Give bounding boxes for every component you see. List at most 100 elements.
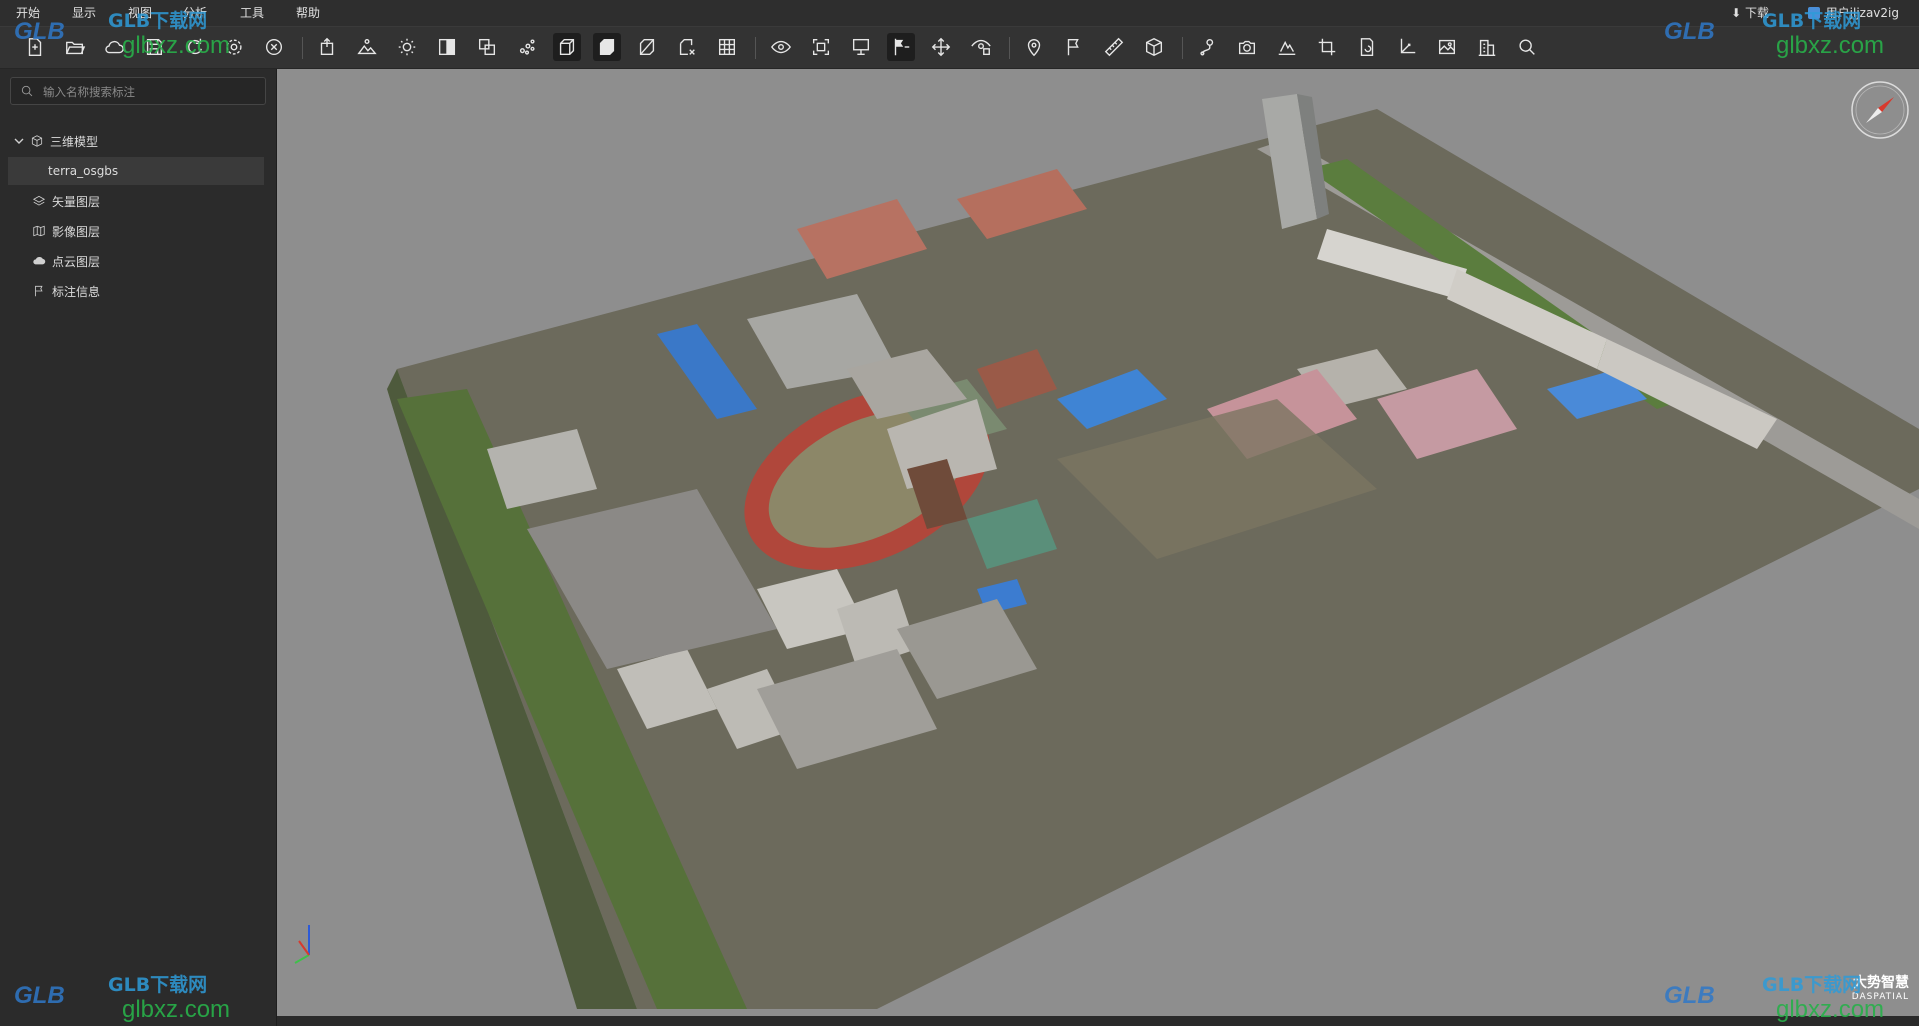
layer-panel: 三维模型 terra_osgbs 矢量图层 影像图层 点云图层 标注信息: [0, 69, 277, 1026]
monitor-icon: [852, 38, 870, 56]
brand-name: 大势智慧: [1853, 975, 1909, 991]
image-icon: [1438, 39, 1456, 55]
tree-node-label: 标注信息: [52, 284, 101, 299]
image-button[interactable]: [1433, 33, 1461, 61]
close-circle-icon: [265, 38, 283, 56]
status-bar: [277, 1016, 1919, 1026]
tree-node-terra-osgbs[interactable]: terra_osgbs: [8, 157, 264, 185]
close-button[interactable]: [260, 33, 288, 61]
chevron-down-icon: [14, 138, 24, 144]
volume-button[interactable]: [1140, 33, 1168, 61]
city-model-scene: [387, 94, 1919, 1009]
watermark-logo: GLB: [1664, 18, 1715, 45]
box-wire-button[interactable]: [553, 33, 581, 61]
toolbar-separator: [1182, 37, 1183, 59]
toolbar: [0, 27, 1919, 69]
ruler-icon: [1104, 37, 1124, 57]
open-folder-button[interactable]: [61, 33, 89, 61]
box-wire-icon: [559, 38, 575, 56]
crop-button[interactable]: [1313, 33, 1341, 61]
camera-icon: [1238, 40, 1256, 55]
axis-button[interactable]: [1393, 33, 1421, 61]
grid-button[interactable]: [713, 33, 741, 61]
box-remove-icon: [679, 38, 695, 56]
flag-line-icon: [1067, 38, 1079, 56]
move-icon: [931, 37, 951, 57]
particles-icon: [519, 39, 535, 55]
layer-search-input[interactable]: [41, 81, 260, 103]
tree-node-vector-layers[interactable]: 矢量图层: [0, 187, 276, 215]
cloud-points-icon: [33, 257, 46, 265]
terrain-button[interactable]: [353, 33, 381, 61]
watermark-cn: GLB下载网: [108, 974, 208, 996]
layers-compare-icon: [478, 38, 496, 56]
toolbar-separator: [755, 37, 756, 59]
monitor-button[interactable]: [847, 33, 875, 61]
eye-lock-button[interactable]: [967, 33, 995, 61]
camera-button[interactable]: [1233, 33, 1261, 61]
menu-display[interactable]: 显示: [72, 4, 96, 21]
box-remove-button[interactable]: [673, 33, 701, 61]
compass-icon[interactable]: [1849, 79, 1911, 141]
menu-help[interactable]: 帮助: [296, 4, 320, 21]
tree-node-annotations[interactable]: 标注信息: [0, 277, 276, 305]
eye-lock-icon: [971, 39, 991, 56]
grid-icon: [718, 38, 736, 56]
watermark-url: glbxz.com: [122, 32, 231, 59]
move-button[interactable]: [927, 33, 955, 61]
crop-icon: [1318, 38, 1336, 56]
flag-toggle-button[interactable]: [887, 33, 915, 61]
cube-icon: [31, 135, 43, 147]
tree-node-label: 矢量图层: [52, 194, 101, 209]
axis-gizmo-icon: [294, 925, 310, 964]
watermark-cn: GLB下载网: [108, 10, 208, 32]
sun-button[interactable]: [393, 33, 421, 61]
menu-tools[interactable]: 工具: [240, 4, 264, 21]
volume-icon: [1145, 37, 1163, 57]
location-icon: [1027, 39, 1041, 57]
profile-icon: [1278, 40, 1296, 56]
eye-rotate-button[interactable]: [767, 33, 795, 61]
tree-node-label: 三维模型: [50, 134, 99, 149]
frame-icon: [812, 38, 830, 56]
flag-line-button[interactable]: [1060, 33, 1088, 61]
document-rotate-button[interactable]: [1353, 33, 1381, 61]
watermark-cn: GLB下载网: [1762, 974, 1862, 996]
tree-node-imagery-layers[interactable]: 影像图层: [0, 217, 276, 245]
box-solid-button[interactable]: [593, 33, 621, 61]
particles-button[interactable]: [513, 33, 541, 61]
contrast-icon: [438, 38, 456, 56]
route-button[interactable]: [1193, 33, 1221, 61]
box-solid-icon: [599, 38, 615, 56]
layers-compare-button[interactable]: [473, 33, 501, 61]
watermark-logo: GLB: [1664, 982, 1715, 1009]
toolbar-separator: [1009, 37, 1010, 59]
building-button[interactable]: [1473, 33, 1501, 61]
location-button[interactable]: [1020, 33, 1048, 61]
watermark-url: glbxz.com: [122, 996, 231, 1023]
route-icon: [1200, 38, 1214, 56]
contrast-button[interactable]: [433, 33, 461, 61]
box-clip-button[interactable]: [633, 33, 661, 61]
tree-node-label: 影像图层: [52, 224, 101, 239]
export-icon: [320, 37, 334, 56]
frame-button[interactable]: [807, 33, 835, 61]
tree-node-point-cloud[interactable]: 点云图层: [0, 247, 276, 275]
3d-viewport[interactable]: 大势智慧 DASPATIAL: [277, 69, 1919, 1016]
watermark-logo: GLB: [14, 18, 65, 45]
eye-rotate-icon: [771, 40, 791, 54]
export-button[interactable]: [313, 33, 341, 61]
map-icon: [33, 225, 45, 237]
flag-toggle-icon: [894, 38, 910, 56]
profile-button[interactable]: [1273, 33, 1301, 61]
watermark-cn: GLB下载网: [1762, 10, 1862, 32]
search-button[interactable]: [1513, 33, 1541, 61]
layers-icon: [32, 195, 46, 206]
ruler-button[interactable]: [1100, 33, 1128, 61]
flag-icon: [35, 285, 43, 297]
tree-node-3d-models[interactable]: 三维模型: [0, 127, 276, 155]
building-icon: [1478, 39, 1496, 56]
search-box: [10, 77, 266, 105]
watermark-url: glbxz.com: [1776, 996, 1885, 1023]
open-folder-icon: [66, 41, 86, 55]
